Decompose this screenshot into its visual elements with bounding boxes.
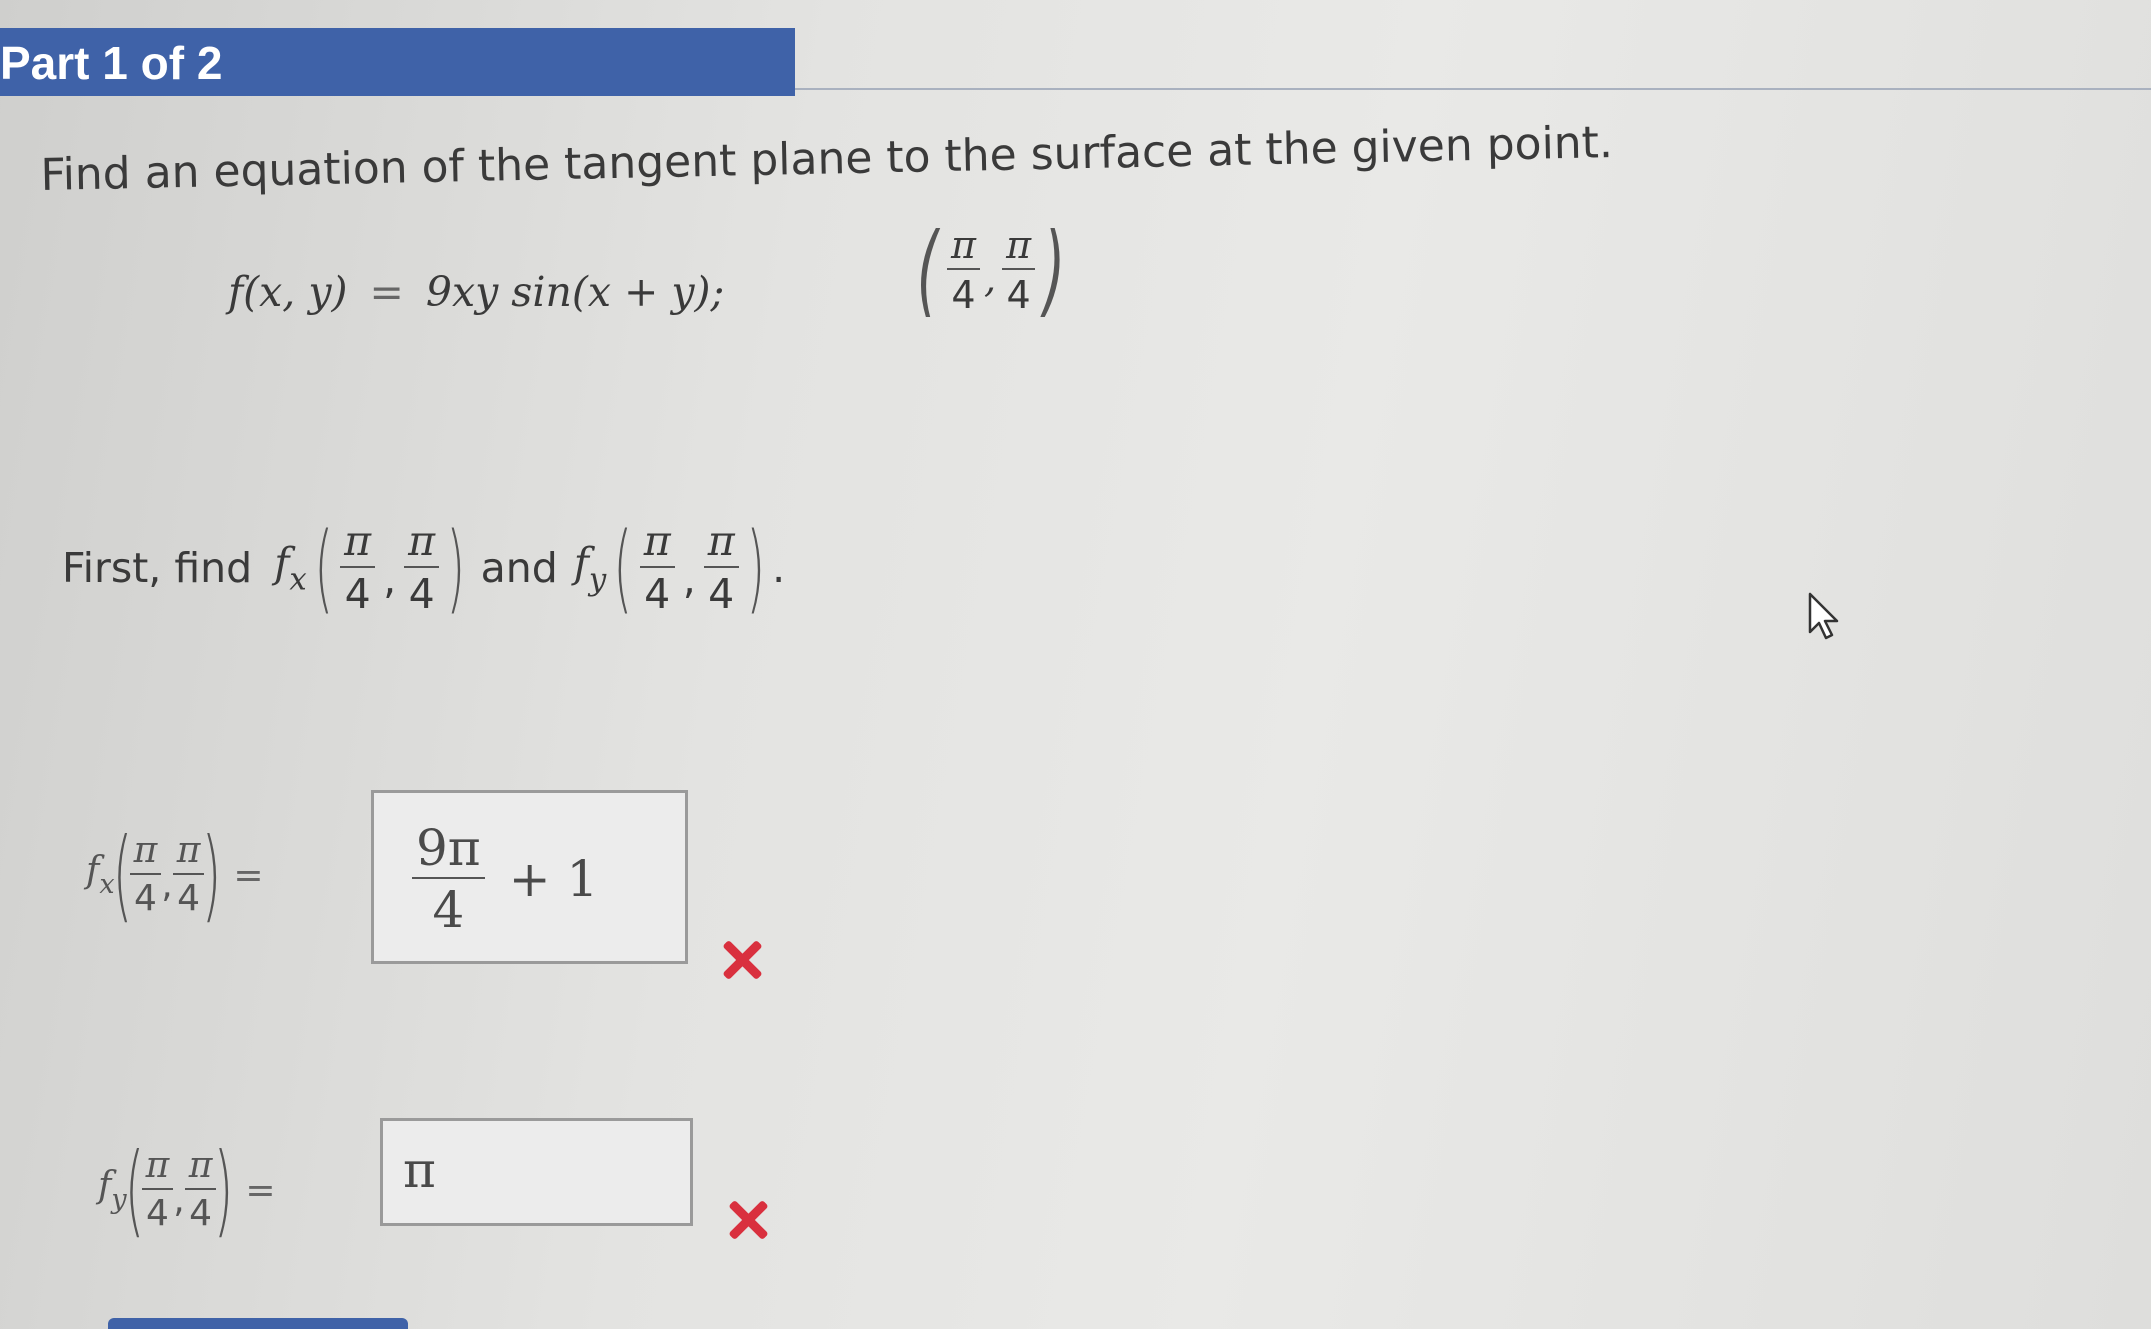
fx-arg-2: π4 [404, 521, 440, 615]
header-divider [795, 88, 2151, 90]
fy-answer-input[interactable]: π [380, 1118, 693, 1226]
arg-separator: , [173, 1179, 185, 1221]
mouse-pointer-icon [1808, 592, 1839, 640]
point-x-fraction: π 4 [947, 226, 980, 314]
left-paren: ( [916, 211, 939, 328]
fx-answer-symbol: fx [86, 850, 115, 900]
incorrect-mark-icon [726, 1198, 770, 1242]
arg-separator: , [383, 555, 397, 603]
fx-answer-tail: + 1 [508, 850, 599, 908]
fx-answer-arg-1: π4 [129, 833, 162, 917]
fy-answer-symbol: fy [98, 1165, 127, 1215]
given-point: ( π 4 , π 4 ) [908, 220, 1074, 320]
equals-sign: = [369, 268, 404, 316]
right-paren: ) [446, 512, 466, 624]
equals-sign: = [245, 1169, 276, 1211]
period: . [772, 544, 786, 592]
fx-answer-label: fx ( π4 , π4 ) = [86, 825, 278, 925]
instruction-text: First, find [62, 544, 253, 592]
function-definition: f(x, y) = 9xy sin(x + y); [228, 268, 724, 316]
fy-answer-arg-1: π4 [141, 1148, 174, 1232]
left-paren: ( [112, 816, 132, 933]
bottom-tab-edge [108, 1318, 408, 1329]
right-paren: ) [746, 512, 765, 624]
fy-arg-1: π4 [639, 521, 675, 615]
fx-answer-input[interactable]: 9π 4 + 1 [371, 790, 688, 964]
function-rhs: 9xy sin(x + y); [425, 268, 725, 316]
fx-symbol: fx [274, 538, 307, 598]
fy-symbol: fy [573, 538, 607, 598]
part-title: Part 1 of 2 [0, 37, 223, 89]
instruction-line: First, find fx ( π4 , π4 ) and fy ( π4 ,… [62, 520, 785, 616]
question-prompt: Find an equation of the tangent plane to… [40, 117, 1614, 201]
point-y-fraction: π 4 [1002, 226, 1036, 314]
left-paren: ( [314, 512, 333, 624]
incorrect-mark-icon [720, 938, 764, 982]
right-paren: ) [1043, 211, 1066, 328]
and-text: and [480, 544, 558, 592]
fx-answer-fraction: 9π 4 [412, 823, 485, 935]
fx-arg-1: π4 [340, 521, 376, 615]
arg-separator: , [682, 555, 696, 603]
right-paren: ) [202, 816, 222, 933]
fy-answer-label: fy ( π4 , π4 ) = [98, 1140, 290, 1240]
fy-arg-2: π4 [703, 521, 739, 615]
arg-separator: , [161, 864, 173, 906]
function-lhs: f(x, y) [228, 268, 348, 316]
equals-sign: = [233, 854, 264, 896]
fx-answer-arg-2: π4 [172, 833, 205, 917]
right-paren: ) [214, 1131, 234, 1248]
left-paren: ( [613, 512, 633, 624]
point-separator: , [984, 257, 997, 301]
left-paren: ( [124, 1131, 144, 1248]
fy-answer-value: π [403, 1141, 436, 1199]
fy-answer-arg-2: π4 [184, 1148, 217, 1232]
